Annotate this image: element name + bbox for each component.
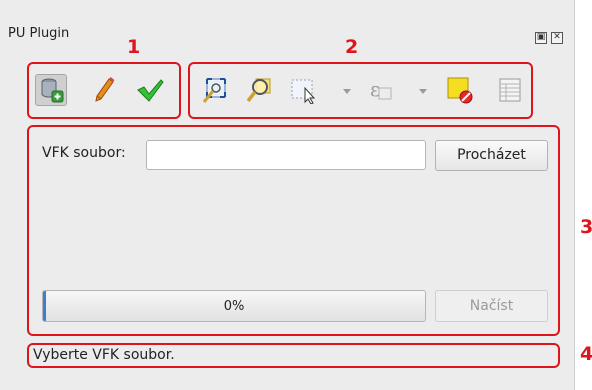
edit-button[interactable] (88, 74, 120, 106)
progress-text: 0% (223, 299, 245, 314)
check-button[interactable] (134, 74, 166, 106)
database-add-icon (41, 78, 64, 103)
zoom-selection-icon (246, 78, 271, 103)
annotation-4: 4 (580, 343, 592, 365)
select-rectangle-icon (291, 79, 316, 104)
deselect-button[interactable] (444, 74, 476, 106)
zoom-full-button[interactable] (199, 74, 231, 106)
attribute-table-icon (499, 78, 521, 102)
load-button[interactable]: Načíst (435, 290, 548, 322)
toolbar2-highlight (188, 62, 533, 119)
import-vfk-button[interactable] (35, 74, 67, 106)
zoom-selection-button[interactable] (243, 74, 275, 106)
float-window-icon[interactable]: ▣ (535, 32, 547, 44)
pencil-icon (95, 77, 115, 102)
deselect-icon (447, 77, 473, 104)
close-window-icon[interactable]: ✕ (551, 32, 563, 44)
plugin-panel: PU Plugin ▣ ✕ 1 2 ε 3 VFK soubor: Prochá… (0, 0, 592, 390)
zoom-full-icon (202, 78, 226, 103)
expression-dropdown-arrow[interactable] (419, 89, 427, 94)
expression-select-button[interactable]: ε (364, 74, 396, 106)
vfk-file-label: VFK soubor: (42, 145, 126, 161)
expression-select-icon: ε (370, 77, 392, 101)
vfk-file-input[interactable] (146, 140, 426, 170)
attribute-table-button[interactable] (494, 74, 526, 106)
annotation-2: 2 (345, 36, 359, 58)
select-rectangle-button[interactable] (288, 74, 320, 106)
status-message: Vyberte VFK soubor. (33, 347, 175, 363)
select-dropdown-arrow[interactable] (343, 89, 351, 94)
annotation-3: 3 (580, 216, 592, 238)
progress-bar: 0% (42, 290, 426, 322)
window-title: PU Plugin (8, 26, 70, 41)
browse-button[interactable]: Procházet (435, 140, 548, 171)
annotation-1: 1 (127, 36, 141, 58)
checkmark-icon (137, 79, 164, 102)
